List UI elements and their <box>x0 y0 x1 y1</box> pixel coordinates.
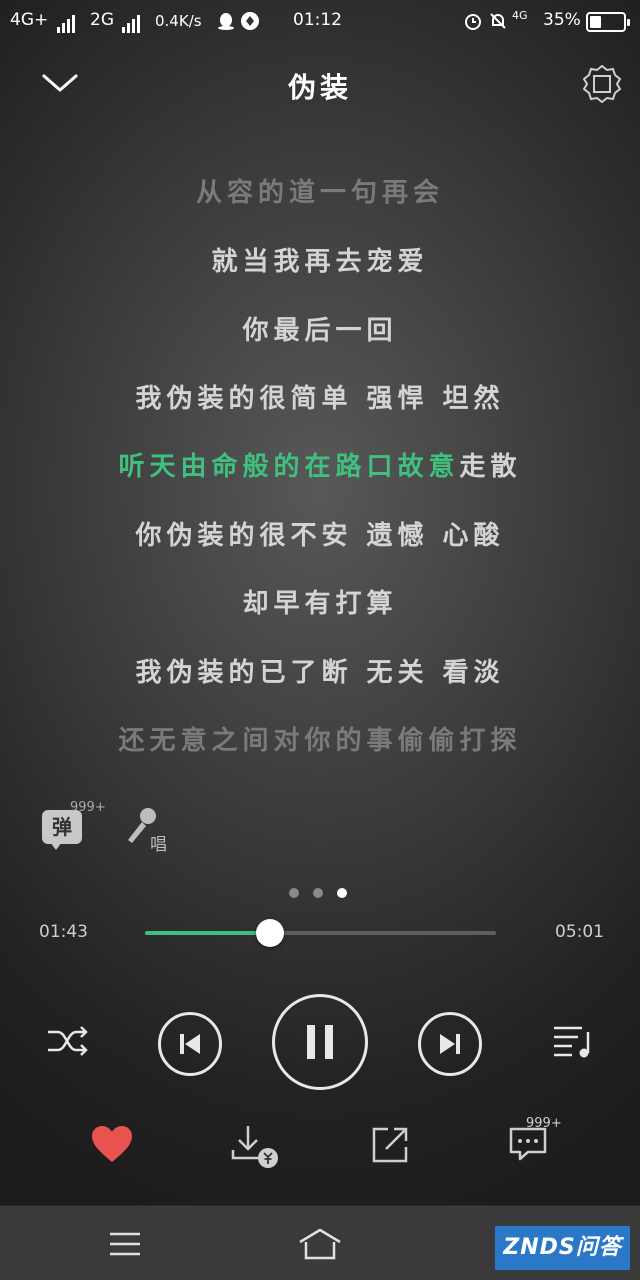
menu-icon[interactable] <box>108 1230 142 1258</box>
comment-icon <box>509 1127 547 1161</box>
playback-controls <box>0 990 640 1094</box>
lyric-line: 我伪装的已了断 无关 看淡 <box>135 658 505 688</box>
lyric-sung-part: 听天由命般的在路口故意 <box>118 452 460 482</box>
page-dot[interactable] <box>313 888 323 898</box>
pause-button[interactable] <box>272 994 368 1090</box>
brand-watermark: ZNDS问答 <box>495 1226 630 1270</box>
lyric-line: 还无意之间对你的事偷偷打探 <box>118 726 522 756</box>
heart-icon[interactable] <box>90 1124 134 1164</box>
playlist-icon[interactable] <box>552 1024 594 1060</box>
mute-icon <box>490 13 506 29</box>
network-type-small: 4G <box>512 9 528 22</box>
next-icon <box>440 1034 460 1054</box>
song-title: 伪装 <box>287 71 352 104</box>
lyric-line-current: 听天由命般的在路口故意走散 <box>0 446 640 483</box>
comment-count: 999+ <box>526 1116 562 1131</box>
qq-icon <box>218 13 234 30</box>
lyric-line: 你伪装的很不安 遗憾 心酸 <box>135 521 505 551</box>
lyric-line: 我伪装的很简单 强悍 坦然 <box>135 384 505 414</box>
sing-label: 唱 <box>150 835 167 855</box>
lyric-line: 从容的道一句再会 <box>195 178 444 208</box>
clock: 01:12 <box>293 10 342 30</box>
danmu-button[interactable]: 弹 999+ <box>40 800 106 850</box>
lyric-line: 你最后一回 <box>242 316 398 346</box>
network-type-2: 2G <box>90 10 114 30</box>
lyric-unsung-part: 走散 <box>459 452 522 482</box>
shuffle-icon[interactable] <box>46 1024 90 1058</box>
network-speed: 0.4K/s <box>155 12 202 30</box>
song-actions: 999+ <box>0 1116 640 1170</box>
page-dot[interactable] <box>289 888 299 898</box>
battery-percent: 35% <box>543 10 581 30</box>
share-icon[interactable] <box>370 1125 410 1165</box>
danmu-label: 弹 <box>42 810 82 844</box>
system-nav-bar: ZNDS问答 <box>0 1205 640 1280</box>
signal-icon-2 <box>122 13 142 33</box>
status-bar: 4G+ 2G 0.4K/s 01:12 4G 35% <box>0 0 640 44</box>
progress-thumb[interactable] <box>256 919 285 947</box>
danmu-bubble-tail <box>50 842 62 850</box>
progress-played <box>145 931 271 935</box>
battery-icon <box>586 12 630 32</box>
page-dot-active[interactable] <box>337 888 347 898</box>
page-indicator <box>289 883 361 902</box>
previous-button[interactable] <box>158 1012 222 1076</box>
lyric-line: 就当我再去宠爱 <box>211 247 429 277</box>
danmu-count: 999+ <box>70 800 106 815</box>
lyrics-settings-icon[interactable] <box>582 64 622 104</box>
signal-icon <box>57 13 77 33</box>
pause-icon <box>307 1025 333 1059</box>
download-paid-icon[interactable] <box>230 1124 280 1170</box>
player-header: 伪装 <box>0 56 640 112</box>
app-notification-icon <box>241 12 259 30</box>
sing-button[interactable]: 唱 <box>124 806 170 855</box>
elapsed-time: 01:43 <box>39 922 88 942</box>
progress-slider[interactable] <box>145 919 496 947</box>
home-icon[interactable] <box>298 1228 342 1260</box>
network-type: 4G+ <box>10 10 49 30</box>
next-button[interactable] <box>418 1012 482 1076</box>
alarm-icon <box>465 14 481 30</box>
previous-icon <box>180 1034 200 1054</box>
total-duration: 05:01 <box>555 922 604 942</box>
lyric-line: 却早有打算 <box>242 589 398 619</box>
